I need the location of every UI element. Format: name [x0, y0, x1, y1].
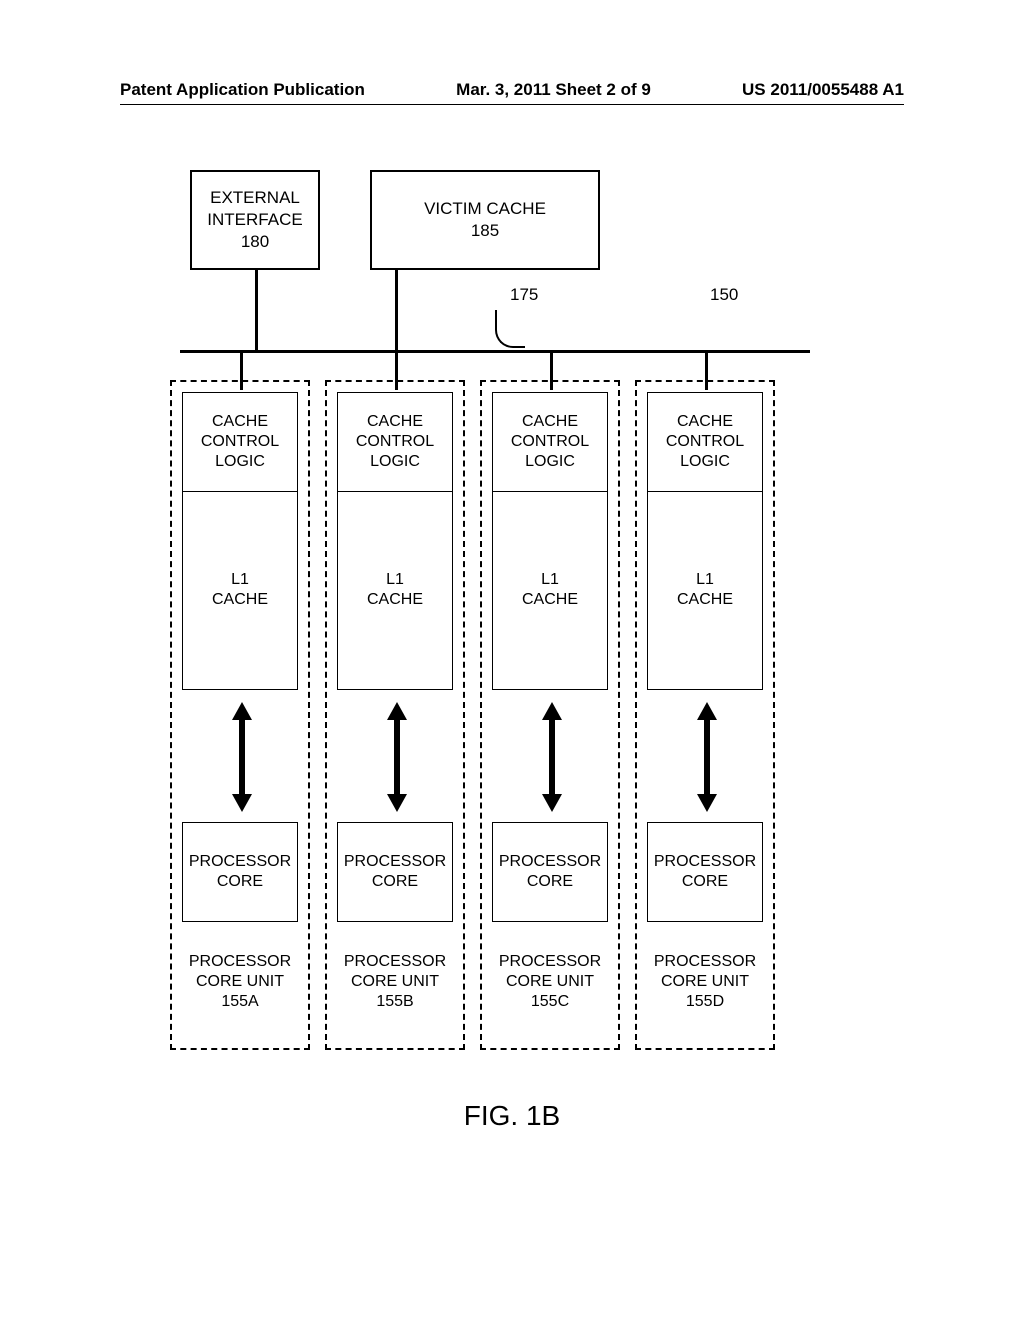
cache-control-1: CACHE CONTROL LOGIC	[337, 392, 453, 492]
core-unit-0: CACHE CONTROL LOGIC L1 CACHE PROCESSOR C…	[170, 380, 310, 1050]
l1-cache-3: L1 CACHE	[647, 490, 763, 690]
bus-line	[180, 350, 810, 353]
cache-control-2: CACHE CONTROL LOGIC	[492, 392, 608, 492]
core-unit-label-1: PROCESSOR CORE UNIT 155B	[327, 952, 463, 1012]
header-right: US 2011/0055488 A1	[742, 80, 904, 100]
processor-core-3: PROCESSOR CORE	[647, 822, 763, 922]
header-rule	[120, 104, 904, 105]
double-arrow-3	[697, 702, 717, 812]
l1-cache-1: L1 CACHE	[337, 490, 453, 690]
processor-core-1: PROCESSOR CORE	[337, 822, 453, 922]
victim-cache-label: VICTIM CACHE 185	[424, 198, 546, 242]
l1-cache-0: L1 CACHE	[182, 490, 298, 690]
page-header: Patent Application Publication Mar. 3, 2…	[0, 80, 1024, 100]
core-unit-label-0: PROCESSOR CORE UNIT 155A	[172, 952, 308, 1012]
cache-control-3: CACHE CONTROL LOGIC	[647, 392, 763, 492]
bus-drop-victim	[395, 270, 398, 350]
lead-line-175	[495, 310, 525, 348]
victim-cache-box: VICTIM CACHE 185	[370, 170, 600, 270]
core-unit-2: CACHE CONTROL LOGIC L1 CACHE PROCESSOR C…	[480, 380, 620, 1050]
figure-label: FIG. 1B	[0, 1100, 1024, 1132]
core-unit-1: CACHE CONTROL LOGIC L1 CACHE PROCESSOR C…	[325, 380, 465, 1050]
bus-label-175: 175	[510, 285, 538, 305]
double-arrow-1	[387, 702, 407, 812]
cache-control-0: CACHE CONTROL LOGIC	[182, 392, 298, 492]
external-interface-label: EXTERNAL INTERFACE 180	[207, 187, 302, 253]
core-unit-label-2: PROCESSOR CORE UNIT 155C	[482, 952, 618, 1012]
diagram: EXTERNAL INTERFACE 180 VICTIM CACHE 185 …	[160, 170, 800, 1070]
bus-drop-ext-if	[255, 270, 258, 350]
l1-cache-2: L1 CACHE	[492, 490, 608, 690]
double-arrow-0	[232, 702, 252, 812]
bus-label-150: 150	[710, 285, 738, 305]
header-center: Mar. 3, 2011 Sheet 2 of 9	[456, 80, 651, 100]
external-interface-box: EXTERNAL INTERFACE 180	[190, 170, 320, 270]
header-left: Patent Application Publication	[120, 80, 365, 100]
core-unit-3: CACHE CONTROL LOGIC L1 CACHE PROCESSOR C…	[635, 380, 775, 1050]
processor-core-0: PROCESSOR CORE	[182, 822, 298, 922]
double-arrow-2	[542, 702, 562, 812]
core-unit-label-3: PROCESSOR CORE UNIT 155D	[637, 952, 773, 1012]
processor-core-2: PROCESSOR CORE	[492, 822, 608, 922]
